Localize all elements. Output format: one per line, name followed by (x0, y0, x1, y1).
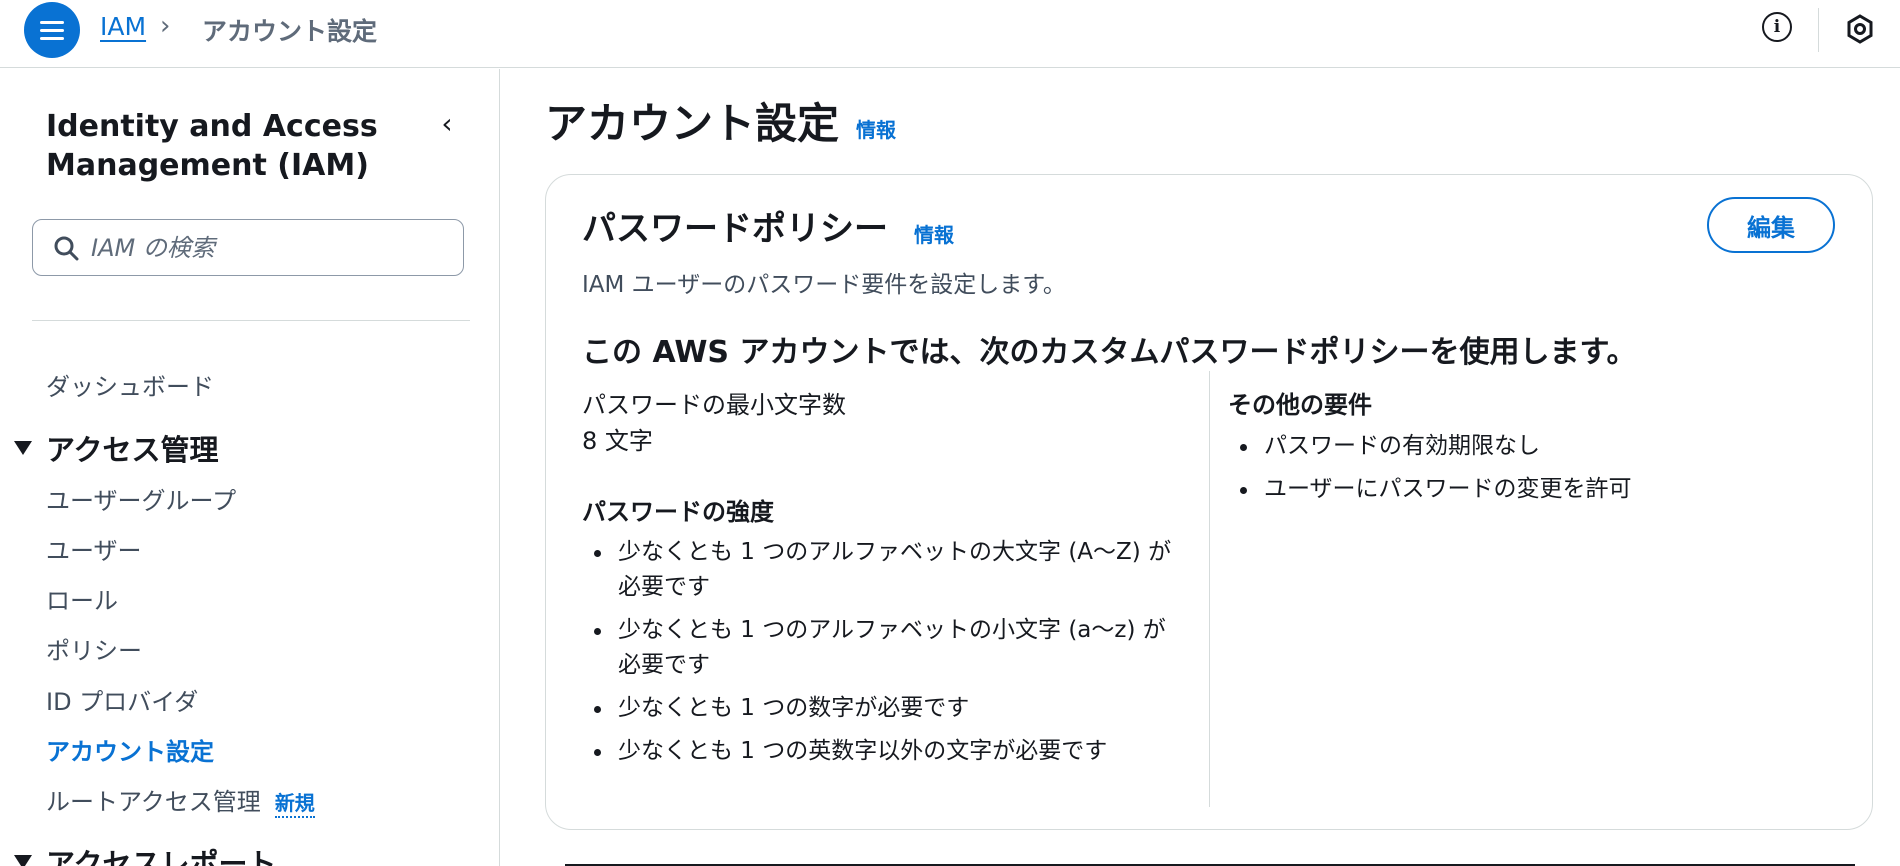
other-requirements-list: パスワードの有効期限なし ユーザーにパスワードの変更を許可 (1228, 429, 1828, 515)
min-length-label: パスワードの最小文字数 (582, 391, 846, 419)
sidebar-section-label: アクセス管理 (46, 433, 219, 467)
list-item: ユーザーにパスワードの変更を許可 (1228, 472, 1828, 507)
page-info-link[interactable]: 情報 (856, 114, 896, 143)
breadcrumb-separator-icon: › (160, 11, 171, 41)
caret-down-icon (14, 441, 32, 455)
list-item: パスワードの有効期限なし (1228, 429, 1828, 464)
strength-list: 少なくとも 1 つのアルファベットの大文字 (A～Z) が必要です 少なくとも … (582, 535, 1182, 777)
info-icon[interactable]: i (1762, 12, 1792, 42)
policy-heading: この AWS アカウントでは、次のカスタムパスワードポリシーを使用します。 (582, 335, 1637, 370)
sidebar-section-access-management[interactable]: アクセス管理 (14, 427, 219, 469)
other-requirements-heading: その他の要件 (1228, 391, 1372, 419)
page-title: アカウント設定 (545, 99, 840, 148)
breadcrumb-current: アカウント設定 (202, 17, 378, 46)
search-input[interactable] (91, 233, 451, 262)
column-divider (1209, 371, 1210, 807)
sidebar-item-root-access[interactable]: ルートアクセス管理 新規 (46, 782, 315, 818)
sidebar-item-roles[interactable]: ロール (46, 581, 118, 616)
menu-icon[interactable] (24, 2, 80, 58)
sidebar-section-label: アクセスレポート (46, 847, 277, 866)
sidebar-item-policies[interactable]: ポリシー (46, 631, 142, 666)
settings-icon[interactable] (1845, 14, 1875, 44)
new-badge: 新規 (274, 791, 315, 818)
sidebar-item-label: ルートアクセス管理 (46, 788, 261, 816)
sidebar-item-users[interactable]: ユーザー (46, 531, 142, 566)
sidebar-divider (32, 320, 470, 321)
list-item: 少なくとも 1 つの数字が必要です (582, 691, 1182, 726)
sidebar-item-dashboard[interactable]: ダッシュボード (46, 367, 214, 402)
min-length-value: 8 文字 (582, 427, 653, 455)
search-icon (54, 236, 79, 260)
collapse-sidebar-icon[interactable]: ‹ (432, 105, 462, 141)
sidebar-item-user-groups[interactable]: ユーザーグループ (46, 481, 236, 516)
list-item: 少なくとも 1 つの英数字以外の文字が必要です (582, 734, 1182, 769)
strength-heading: パスワードの強度 (582, 498, 774, 526)
edit-button[interactable]: 編集 (1707, 197, 1835, 253)
sidebar-item-id-providers[interactable]: ID プロバイダ (46, 682, 198, 717)
list-item: 少なくとも 1 つのアルファベットの大文字 (A～Z) が必要です (582, 535, 1182, 605)
sidebar-search (32, 219, 464, 276)
password-policy-card: パスワードポリシー 情報 編集 IAM ユーザーのパスワード要件を設定します。 … (545, 174, 1873, 830)
breadcrumb-iam-link[interactable]: IAM (100, 12, 146, 41)
caret-down-icon (14, 855, 32, 866)
sidebar-title: Identity and Access Management (IAM) (46, 109, 378, 183)
top-navigation-bar: IAM › アカウント設定 i (0, 0, 1900, 68)
card-description: IAM ユーザーのパスワード要件を設定します。 (582, 272, 1066, 298)
card-info-link[interactable]: 情報 (914, 219, 954, 248)
topbar-divider (1818, 8, 1819, 52)
sidebar-section-access-reports[interactable]: アクセスレポート (14, 841, 277, 866)
side-navigation: Identity and Access Management (IAM) ‹ ダ… (0, 69, 500, 866)
sidebar-item-account-settings[interactable]: アカウント設定 (46, 732, 214, 767)
card-title: パスワードポリシー (582, 209, 888, 249)
list-item: 少なくとも 1 つのアルファベットの小文字 (a～z) が必要です (582, 613, 1182, 683)
